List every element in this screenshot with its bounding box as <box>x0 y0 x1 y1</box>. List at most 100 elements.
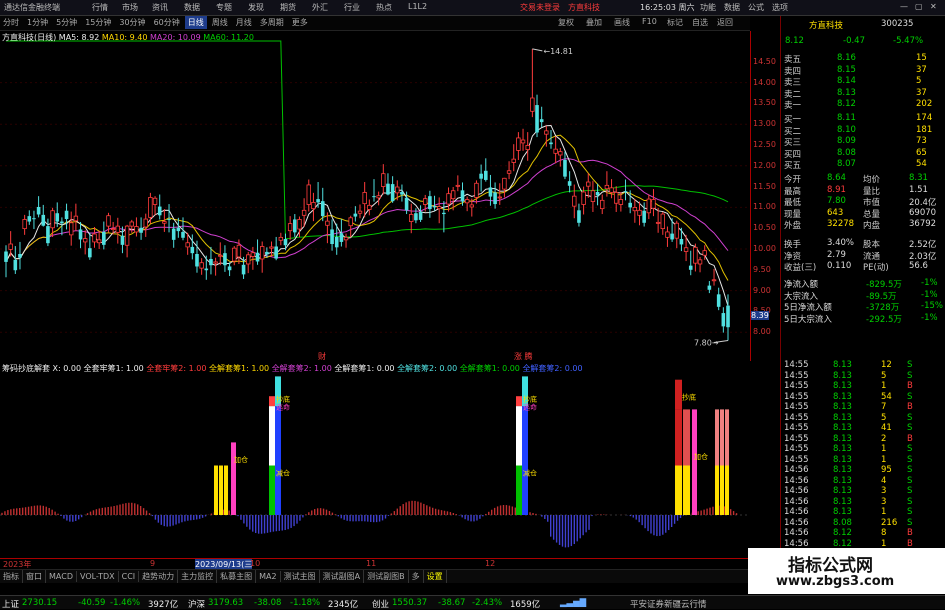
tick-row[interactable]: 14:55 8.13 1 S <box>781 444 944 455</box>
flow-row[interactable]: 5日大宗流入 -292.5万 -1% <box>781 313 944 325</box>
btn-watchlist[interactable]: 自选 <box>689 16 711 29</box>
tab-private[interactable]: 私募主图 <box>217 570 257 583</box>
tab-macd[interactable]: MACD <box>46 571 77 582</box>
tf-monthly[interactable]: 月线 <box>233 16 255 29</box>
tf-15m[interactable]: 15分钟 <box>82 16 114 29</box>
tick-row[interactable]: 14:55 8.13 12 S <box>781 360 944 371</box>
bid-row[interactable]: 买二 8.10 181 <box>781 125 944 137</box>
tab-settings[interactable]: 设置 <box>424 570 447 583</box>
menu-formula[interactable]: 公式 <box>748 2 764 13</box>
tf-30m[interactable]: 30分钟 <box>116 16 148 29</box>
tick-row[interactable]: 14:55 8.13 5 S <box>781 371 944 382</box>
tf-60m[interactable]: 60分钟 <box>151 16 183 29</box>
tf-more[interactable]: 更多 <box>289 16 311 29</box>
minimize-icon[interactable]: — <box>900 2 908 11</box>
ask-row[interactable]: 卖一 8.12 202 <box>781 99 944 111</box>
menu-item[interactable]: 发现 <box>248 2 264 13</box>
flow-row[interactable]: 净流入额 -829.5万 -1% <box>781 278 944 290</box>
tab-test-main[interactable]: 测试主图 <box>281 570 320 583</box>
btn-back[interactable]: 返回 <box>714 16 736 29</box>
quote-row[interactable]: 最高 8.91 量比 1.51 <box>781 185 944 197</box>
tab-vol[interactable]: VOL-TDX <box>77 571 119 582</box>
menu-item[interactable]: 热点 <box>376 2 392 13</box>
btn-mark[interactable]: 标记 <box>664 16 686 29</box>
menu-item[interactable]: 资讯 <box>152 2 168 13</box>
tf-1m[interactable]: 1分钟 <box>24 16 51 29</box>
ask-row[interactable]: 卖三 8.14 5 <box>781 76 944 88</box>
ask-row[interactable]: 卖四 8.15 37 <box>781 65 944 77</box>
menu-function[interactable]: 功能 <box>700 2 716 13</box>
tf-5m[interactable]: 5分钟 <box>53 16 80 29</box>
quote-row[interactable]: 现量 643 总量 69070 <box>781 208 944 220</box>
tick-row[interactable]: 14:56 8.13 1 S <box>781 507 944 518</box>
candle-body <box>325 220 330 226</box>
quote-row[interactable]: 最低 7.80 市值 20.4亿 <box>781 196 944 208</box>
menu-item[interactable]: 外汇 <box>312 2 328 13</box>
tab-test-b[interactable]: 测试副图B <box>364 570 409 583</box>
tab-more[interactable]: 多 <box>409 570 424 583</box>
indicator-chart[interactable]: 2.001.751.501.251.000.750.500.250.00抄底逃命… <box>0 372 750 558</box>
menu-item[interactable]: 数据 <box>184 2 200 13</box>
tick-row[interactable]: 14:55 8.13 5 S <box>781 413 944 424</box>
tick-side: B <box>907 381 913 391</box>
menu-data[interactable]: 数据 <box>724 2 740 13</box>
btn-f10[interactable]: F10 <box>639 16 660 27</box>
tab-ma2[interactable]: MA2 <box>256 571 281 582</box>
tab-indicator[interactable]: 指标 <box>0 570 23 583</box>
tick-row[interactable]: 14:55 8.13 7 B <box>781 402 944 413</box>
tick-row[interactable]: 14:56 8.13 4 S <box>781 476 944 487</box>
tick-row[interactable]: 14:55 8.13 1 S <box>781 455 944 466</box>
bid-row[interactable]: 买四 8.08 65 <box>781 148 944 160</box>
stock-header[interactable]: 方直科技 300235 <box>781 19 944 31</box>
quote-row[interactable]: 外盘 32278 内盘 36792 <box>781 219 944 231</box>
tf-daily[interactable]: 日线 <box>184 16 207 29</box>
quote-row[interactable]: 净资 2.79 流通 2.03亿 <box>781 250 944 262</box>
tick-row[interactable]: 14:56 8.12 8 B <box>781 528 944 539</box>
tick-row[interactable]: 14:56 8.13 95 S <box>781 465 944 476</box>
tick-row[interactable]: 14:55 8.13 54 S <box>781 392 944 403</box>
price-row[interactable]: 8.12 -0.47 -5.47% <box>781 36 944 47</box>
tab-test-a[interactable]: 测试副图A <box>320 570 365 583</box>
tf-weekly[interactable]: 周线 <box>209 16 231 29</box>
close-icon[interactable]: ✕ <box>930 2 937 11</box>
menu-options[interactable]: 选项 <box>772 2 788 13</box>
tab-main-monitor[interactable]: 主力监控 <box>178 570 218 583</box>
btn-draw[interactable]: 画线 <box>611 16 633 29</box>
quote-row[interactable]: 换手 3.40% 股本 2.52亿 <box>781 238 944 250</box>
bid-level: 买三 <box>784 138 802 148</box>
flow-row[interactable]: 大宗流入 -89.5万 -1% <box>781 290 944 302</box>
menu-item[interactable]: L1L2 <box>408 2 427 11</box>
idx-sh[interactable]: 上证 <box>2 598 19 610</box>
trade-login[interactable]: 交易未登录 <box>520 2 560 13</box>
idx-cy[interactable]: 创业 <box>372 598 389 610</box>
menu-item[interactable]: 专题 <box>216 2 232 13</box>
menu-item[interactable]: 行情 <box>92 2 108 13</box>
tick-row[interactable]: 14:55 8.13 1 B <box>781 381 944 392</box>
btn-adjust[interactable]: 复权 <box>555 16 577 29</box>
bid-row[interactable]: 买一 8.11 174 <box>781 113 944 125</box>
tick-row[interactable]: 14:55 8.13 41 S <box>781 423 944 434</box>
tick-row[interactable]: 14:56 8.08 216 S <box>781 518 944 529</box>
idx-sz[interactable]: 沪深 <box>188 598 205 610</box>
tab-trend[interactable]: 趋势动力 <box>139 570 179 583</box>
tick-row[interactable]: 14:56 8.13 3 S <box>781 497 944 508</box>
ask-row[interactable]: 卖五 8.16 15 <box>781 53 944 65</box>
bid-row[interactable]: 买五 8.07 54 <box>781 159 944 171</box>
ask-row[interactable]: 卖二 8.13 37 <box>781 88 944 100</box>
tick-row[interactable]: 14:56 8.13 3 S <box>781 486 944 497</box>
maximize-icon[interactable]: ▢ <box>915 2 923 11</box>
flow-row[interactable]: 5日净流入额 -3728万 -15% <box>781 301 944 313</box>
menu-item[interactable]: 行业 <box>344 2 360 13</box>
menu-item[interactable]: 市场 <box>122 2 138 13</box>
menu-item[interactable]: 期货 <box>280 2 296 13</box>
candlestick-chart[interactable]: ←14.81 7.80→ 财 涨 腾 <box>0 31 750 361</box>
tick-row[interactable]: 14:55 8.13 2 B <box>781 434 944 445</box>
bid-row[interactable]: 买三 8.09 73 <box>781 136 944 148</box>
tf-multi[interactable]: 多周期 <box>257 16 287 29</box>
tab-window[interactable]: 窗口 <box>23 570 46 583</box>
quote-row[interactable]: 收益(三) 0.110 PE(动) 56.6 <box>781 261 944 273</box>
btn-overlay[interactable]: 叠加 <box>583 16 605 29</box>
quote-row[interactable]: 今开 8.64 均价 8.31 <box>781 173 944 185</box>
tf-minute[interactable]: 分时 <box>0 16 22 29</box>
tab-cci[interactable]: CCI <box>119 571 140 582</box>
